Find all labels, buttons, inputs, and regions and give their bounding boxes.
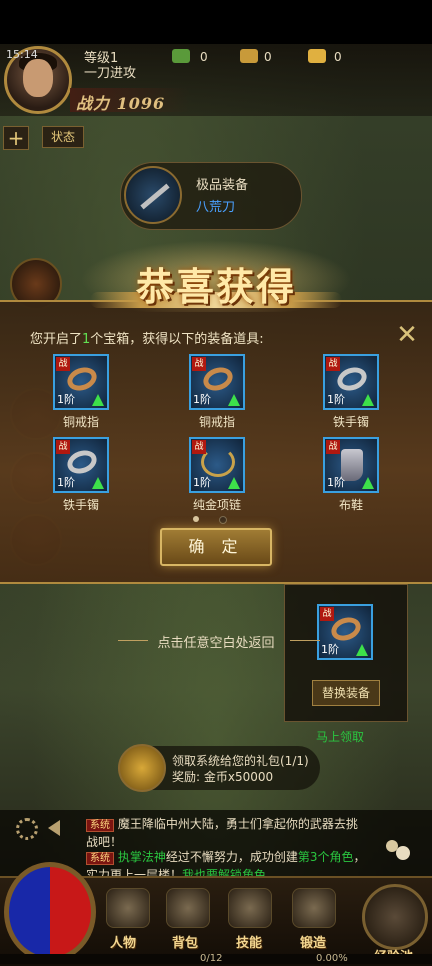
reward-item[interactable]: 战 1阶 布鞋 [322,437,380,513]
chat-message-text: 经过不懈努力，成功创建 [165,850,298,864]
reward-item[interactable]: 战 1阶 铜戒指 [188,354,246,430]
reward-item-slot: 战 1阶 [53,354,109,410]
upgrade-arrow-icon [362,394,374,406]
confirm-button[interactable]: 确 定 [160,528,272,566]
necklace-icon [201,447,235,477]
chat-message-text: 魔王降临中州大陆，勇士们拿起你的武器去挑战吧！ [86,817,358,849]
message-prefix: 您开启了 [30,332,83,347]
clock-time: 15:14 [6,48,38,61]
upgrade-arrow-icon [92,477,104,489]
dragon-icon[interactable] [362,884,428,950]
item-name: 铁手镯 [332,415,369,429]
claim-link[interactable]: 马上领取 [316,728,364,745]
reward-item[interactable]: 战 1阶 铜戒指 [52,354,110,430]
gold-coins-icon [118,744,166,792]
combat-power: 战力 1096 [76,94,166,113]
item-tier: 1阶 [57,476,75,489]
reward-item-slot: 战 1阶 [323,437,379,493]
class-tag: 战 [320,607,334,621]
jade-count: 0 [200,50,208,64]
class-tag: 战 [326,440,340,454]
upgrade-arrow-icon [228,477,240,489]
menu-forge[interactable]: 锻造 [300,932,326,951]
gift-notice-reward: 奖励: 金币x50000 [172,770,274,784]
gold-ingot-icon [240,49,258,63]
class-tag: 战 [326,357,340,371]
yuanbao-icon [308,49,326,63]
reward-item-slot: 战 1阶 [189,354,245,410]
reward-item-slot: 战 1阶 [323,354,379,410]
upgrade-arrow-icon [228,394,240,406]
anvil-icon[interactable] [292,888,336,928]
status-bar-background [0,0,432,44]
item-name: 布鞋 [338,498,363,512]
gold-ingot-count: 0 [264,50,272,64]
page-indicator-active[interactable] [193,516,199,522]
blade-icon [124,166,182,224]
chat-player-name[interactable]: 执掌法神 [118,850,166,864]
upgrade-arrow-icon [92,394,104,406]
yuanbao-count: 0 [334,50,342,64]
bag-icon[interactable] [166,888,210,928]
item-tier: 1阶 [193,476,211,489]
class-tag: 战 [192,440,206,454]
skill-book-icon[interactable] [228,888,272,928]
equipment-banner-item: 八荒刀 [196,200,236,215]
player-title: 一刀进攻 [84,66,137,81]
reward-item[interactable]: 战 1阶 铁手镯 [322,354,380,430]
page-indicator[interactable] [219,516,227,524]
jade-icon [172,49,190,63]
reward-item-slot: 战 1阶 [53,437,109,493]
reward-item[interactable]: 战 1阶 铁手镯 [52,437,110,513]
item-tier: 1阶 [327,393,345,406]
exp-percent: 0.00% [316,953,348,964]
close-icon[interactable]: ✕ [392,320,422,350]
dismiss-hint: 点击任意空白处返回 [157,636,275,651]
gift-notice-title: 领取系统给您的礼包(1/1) [172,754,309,768]
class-tag: 战 [56,357,70,371]
expand-button[interactable]: + [3,126,29,150]
helmet-icon[interactable] [106,888,150,928]
replace-equipment-button[interactable]: 替换装备 [312,680,380,706]
dialog-title: 恭喜获得 [135,264,296,309]
hp-mp-orb [4,862,96,962]
item-name: 铁手镯 [62,498,99,512]
status-button[interactable]: 状态 [42,126,84,148]
class-tag: 战 [192,357,206,371]
menu-skills[interactable]: 技能 [236,932,262,951]
menu-bag[interactable]: 背包 [172,932,198,951]
equipment-banner-label: 极品装备 [196,178,249,193]
chat-message: 系统 魔王降临中州大陆，勇士们拿起你的武器去挑战吧！ [86,816,366,850]
item-tier: 1阶 [327,476,345,489]
item-name: 纯金项链 [192,498,241,512]
reward-item[interactable]: 战 1阶 纯金项链 [188,437,246,513]
menu-character[interactable]: 人物 [110,932,136,951]
system-badge: 系统 [86,819,114,832]
bag-capacity: 0/12 [200,953,223,964]
upgrade-arrow-icon [362,477,374,489]
reward-item-slot: 战 1阶 [189,437,245,493]
class-tag: 战 [56,440,70,454]
speaker-icon[interactable] [48,820,60,836]
item-name: 铜戒指 [62,415,99,429]
system-badge: 系统 [86,852,114,865]
gear-icon[interactable] [16,818,38,840]
item-tier: 1阶 [57,393,75,406]
dialog-message: 您开启了1个宝箱，获得以下的装备道具: [30,328,264,347]
item-name: 铜戒指 [198,415,235,429]
friends-icon[interactable] [382,836,414,868]
chat-role-count: 第3个角色 [297,850,354,864]
item-tier: 1阶 [193,393,211,406]
message-suffix: 个宝箱，获得以下的装备道具: [90,332,264,347]
